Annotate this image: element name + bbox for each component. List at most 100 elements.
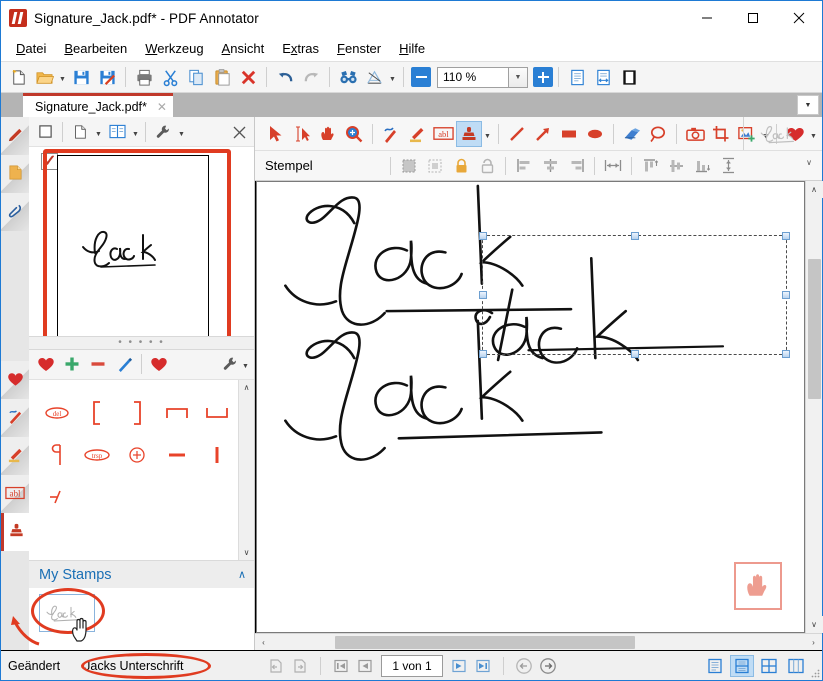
rectangle-tool[interactable] [556,121,582,147]
view-mode-single[interactable] [703,655,727,677]
stamp-tools-caret[interactable]: ▼ [242,351,254,377]
close-button[interactable] [776,1,822,34]
new-page-caret[interactable]: ▼ [93,119,104,145]
lock-icon[interactable] [448,154,474,178]
layout-icon[interactable] [104,119,130,145]
selection-handle-se[interactable] [782,350,790,358]
find-icon[interactable] [335,64,361,90]
ocr-dropdown-caret[interactable]: ▼ [387,64,398,90]
zoom-magnifier-tool[interactable] [341,121,367,147]
distribute-horizontal-icon[interactable] [600,154,626,178]
stamp-bracket-left[interactable] [78,395,116,431]
text-select-tool[interactable] [289,121,315,147]
page-number-field[interactable]: 1 von 1 [381,654,443,677]
stamp-tool-caret[interactable]: ▼ [482,121,493,147]
navigate-forward-button[interactable] [537,655,559,677]
my-stamp-jack-signature[interactable] [39,594,95,632]
my-stamps-header[interactable]: My Stamps ∧ [29,560,254,588]
arrow-tool[interactable] [530,121,556,147]
textbox-tool[interactable]: abl [430,121,456,147]
stamp-tool[interactable] [456,120,482,147]
save-icon[interactable] [68,64,94,90]
line-tool[interactable] [504,121,530,147]
document-tab[interactable]: Signature_Jack.pdf* ✕ [23,93,173,117]
fit-page-icon[interactable] [564,64,590,90]
stamps-scroll-up-arrow[interactable]: ∧ [244,383,250,392]
tools-wrench-icon[interactable] [150,119,176,145]
thumbnail-page-preview[interactable] [57,155,209,336]
next-document-button[interactable] [289,655,311,677]
stamp-slash-mark[interactable] [38,479,76,515]
resize-grip[interactable] [810,668,820,678]
next-page-button[interactable] [448,655,470,677]
rail-pen[interactable] [1,399,29,437]
view-mode-facing[interactable] [757,655,781,677]
crop-tool[interactable] [708,121,734,147]
selection-handle-e[interactable] [782,291,790,299]
favorite-heart-icon[interactable] [146,351,172,377]
canvas-scroll-right-arrow[interactable]: › [805,634,822,651]
panel-close-icon[interactable] [230,123,248,141]
deselect-objects-icon[interactable] [422,154,448,178]
ellipse-tool[interactable] [582,121,608,147]
eraser-tool[interactable] [619,121,645,147]
copy-icon[interactable] [183,64,209,90]
stamp-bar-mark[interactable] [198,437,236,473]
selection-handle-n[interactable] [630,232,639,240]
edit-stamp-pencil-icon[interactable] [111,351,137,377]
zoom-out-button[interactable] [411,67,431,87]
rail-textbox[interactable]: abl [1,475,29,513]
minimize-button[interactable] [684,1,730,34]
selection-handle-w[interactable] [479,291,487,299]
select-all-objects-icon[interactable] [396,154,422,178]
prev-document-button[interactable] [265,655,287,677]
rail-pages[interactable] [1,155,29,193]
canvas-vscroll-thumb[interactable] [808,259,821,399]
select-arrow-tool[interactable] [263,121,289,147]
canvas-scroll-up-arrow[interactable]: ∧ [805,181,823,198]
new-document-icon[interactable] [5,64,31,90]
distribute-vertical-icon[interactable] [715,154,741,178]
rail-stamp[interactable] [1,513,29,551]
undo-icon[interactable] [272,64,298,90]
first-page-button[interactable] [330,655,352,677]
zoom-in-button[interactable] [533,67,553,87]
rail-bookmarks[interactable] [1,117,29,155]
canvas-hscroll-thumb[interactable] [335,636,635,649]
thumbnail-checkbox[interactable] [41,151,58,171]
highlighter-tool[interactable] [404,121,430,147]
thumbnail-item[interactable]: 1 [41,149,231,336]
stamp-insert-circle[interactable] [118,437,156,473]
tabstrip-overflow-caret[interactable]: ▼ [797,95,819,115]
prev-page-button[interactable] [354,655,376,677]
page-canvas[interactable] [256,181,805,633]
menu-werkzeug[interactable]: Werkzeug [136,38,212,59]
align-top-icon[interactable] [637,154,663,178]
hand-pan-floating-button[interactable] [734,562,782,610]
unlock-icon[interactable] [474,154,500,178]
align-center-horizontal-icon[interactable] [537,154,563,178]
tools-caret[interactable]: ▼ [176,119,187,145]
menu-hilfe[interactable]: Hilfe [390,38,434,59]
stamp-transpose-mark[interactable]: trsp [78,437,116,473]
zoom-level-input[interactable] [437,66,509,88]
selection-handle-ne[interactable] [782,232,790,240]
canvas-horizontal-scrollbar[interactable]: ‹ › [255,633,822,650]
align-left-icon[interactable] [511,154,537,178]
stamps-scroll-down-arrow[interactable]: ∨ [244,548,250,557]
select-all-icon[interactable] [32,119,58,145]
menu-datei[interactable]: Datei [7,38,55,59]
view-mode-grid[interactable] [784,655,808,677]
camera-snapshot-tool[interactable] [682,121,708,147]
thumbnails-area[interactable]: 1 [29,147,254,336]
stamp-bracket-bottom[interactable] [198,395,236,431]
zoom-dropdown-caret[interactable]: ▼ [509,66,528,88]
layout-caret[interactable]: ▼ [130,119,141,145]
selection-handle-s[interactable] [630,350,639,358]
canvas-scroll-left-arrow[interactable]: ‹ [255,634,272,651]
add-stamp-icon[interactable] [59,351,85,377]
menu-extras[interactable]: Extras [273,38,328,59]
align-bottom-icon[interactable] [689,154,715,178]
ocr-icon[interactable] [361,64,387,90]
panel-splitter[interactable]: • • • • • [29,335,254,350]
